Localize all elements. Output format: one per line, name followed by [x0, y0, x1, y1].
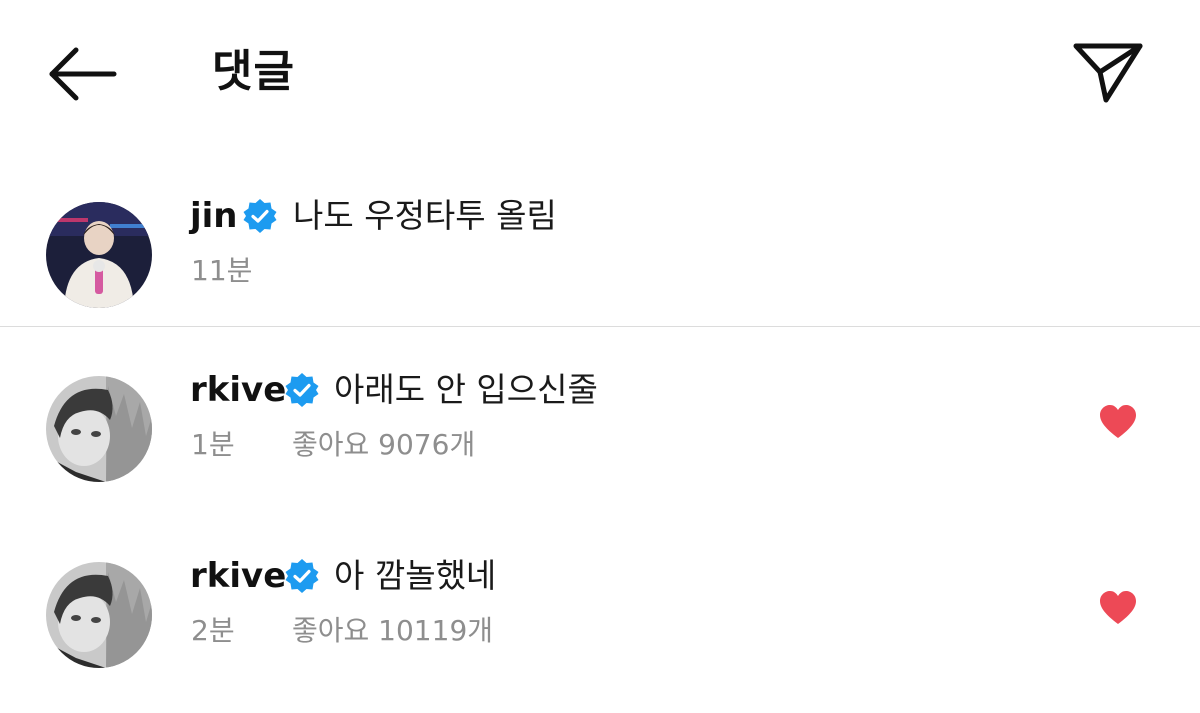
comment-text: 나도 우정타투 올림 — [293, 196, 557, 235]
back-button[interactable] — [44, 42, 120, 106]
like-button[interactable] — [1098, 590, 1138, 626]
profile-photo — [46, 376, 152, 482]
comment-like-count[interactable]: 좋아요 9076개 — [292, 428, 475, 462]
profile-photo — [46, 562, 152, 668]
verified-badge-icon — [284, 372, 320, 408]
comment-text: 아 깜놀했네 — [334, 556, 497, 595]
share-button[interactable] — [1068, 38, 1148, 108]
comment-time: 1분 — [191, 428, 235, 461]
verified-badge-icon — [242, 198, 278, 234]
comment-username[interactable]: rkive — [190, 370, 286, 410]
comments-header: 댓글 — [0, 0, 1200, 140]
heart-icon — [1100, 591, 1136, 624]
comment-item: rkive 아래도 안 입으신줄 1분 좋아요 9076개 — [0, 368, 1200, 488]
comment-username[interactable]: rkive — [190, 556, 286, 596]
comment-time: 11분 — [191, 254, 253, 287]
like-button[interactable] — [1098, 404, 1138, 440]
comment-time: 2분 — [191, 614, 235, 647]
avatar[interactable] — [46, 376, 152, 482]
comment-item: rkive 아 깜놀했네 2분 좋아요 10119개 — [0, 556, 1200, 676]
paper-plane-icon — [1073, 43, 1143, 103]
comment-item: jin 나도 우정타투 올림 11분 — [0, 196, 1200, 316]
avatar[interactable] — [46, 562, 152, 668]
avatar[interactable] — [46, 202, 152, 308]
verified-badge-icon — [284, 558, 320, 594]
comment-username[interactable]: jin — [190, 196, 238, 236]
page-title: 댓글 — [212, 46, 295, 97]
divider — [0, 326, 1200, 327]
arrow-left-icon — [49, 47, 117, 101]
heart-icon — [1100, 405, 1136, 438]
profile-photo — [46, 202, 152, 308]
comment-text: 아래도 안 입으신줄 — [334, 370, 598, 409]
comment-like-count[interactable]: 좋아요 10119개 — [292, 614, 493, 648]
